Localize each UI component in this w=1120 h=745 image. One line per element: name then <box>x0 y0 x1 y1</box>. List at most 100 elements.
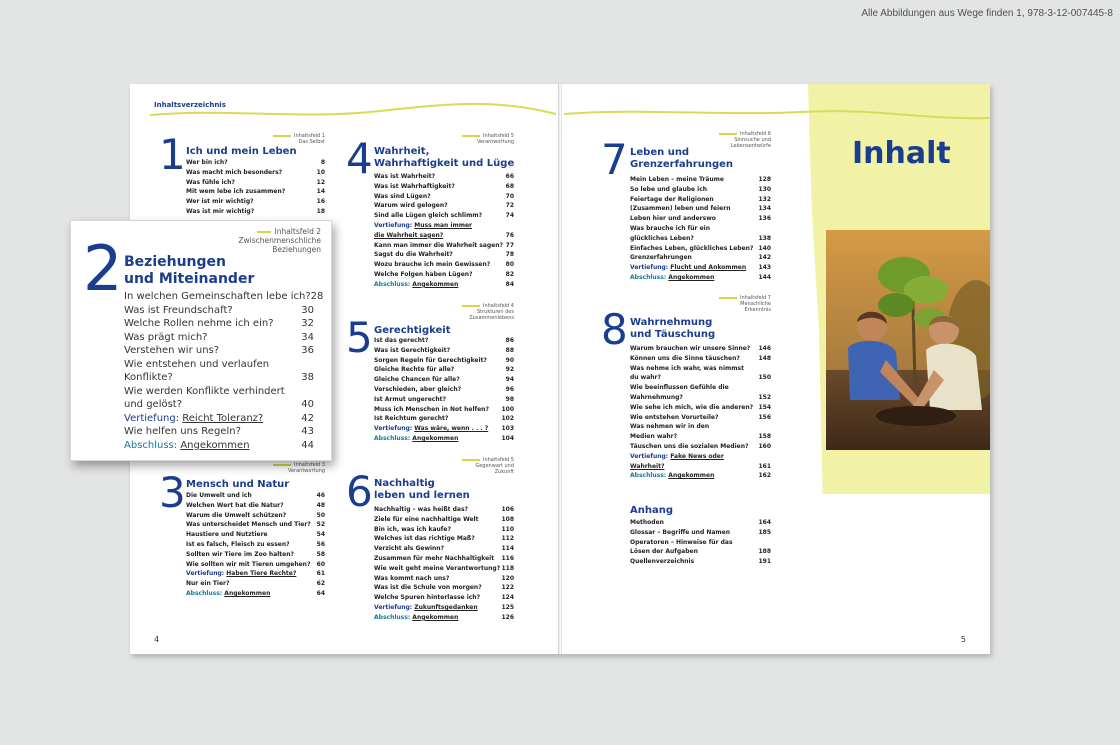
entry-title: Angekommen <box>180 439 250 451</box>
entry-text: Täuschen uns die sozialen Medien? <box>630 442 749 450</box>
entry-page-number: 64 <box>316 589 325 597</box>
entry-page-number: 68 <box>505 182 514 190</box>
entry-type-label: Abschluss: <box>374 613 413 621</box>
entry-title: Reicht Toleranz? <box>182 412 264 424</box>
entry-page-number: 90 <box>505 356 514 364</box>
entry-text: So lebe und glaube ich <box>630 185 708 193</box>
toc-entry: Mein Leben – meine Träume 128 <box>630 175 771 185</box>
section-number: 7 <box>601 135 628 184</box>
entry-text: Verzicht als Gewinn? <box>374 545 445 553</box>
section-6: 6 Nachhaltig leben und lernen Inhaltsfel… <box>346 457 514 629</box>
toc-entry: Was ist Gerechtigkeit? 88 <box>374 346 514 356</box>
entry-text: Was macht mich besonders? <box>186 168 283 176</box>
appendix-section: Anhang Methoden 164 Glossar – Begriffe und… <box>601 505 771 575</box>
entry-text: Mit wem lebe ich zusammen? <box>186 188 286 196</box>
entry-text: Bin ich, was ich kaufe? <box>374 525 451 533</box>
toc-entry: Die Umwelt und ich 46 <box>186 491 325 501</box>
deepening-entry: Vertiefung: Haben Tiere Rechte? 61 <box>186 569 325 579</box>
entry-text: Wie entstehen Vorurteile? <box>630 413 719 421</box>
section-entries: In welchen Gemeinschaften lebe ich? 28 Was… <box>124 290 323 453</box>
entry-page-number: 16 <box>316 198 325 206</box>
entry-text: Nur ein Tier? <box>186 580 230 588</box>
entry-page-number: 152 <box>758 393 771 401</box>
deepening-entry: Vertiefung: Fake News oder Wahrheit? 161 <box>630 452 771 472</box>
toc-entry: Wie sollten wir mit Tieren umgehen? 60 <box>186 560 325 570</box>
entry-page-number: 132 <box>758 195 771 203</box>
entry-text: Was unterscheidet Mensch und Tier? <box>186 521 311 529</box>
toc-entry: Was unterscheidet Mensch und Tier? 52 <box>186 520 325 530</box>
section-entries: Warum brauchen wir unsere Sinne? 146 Könne… <box>630 344 771 481</box>
toc-entry: Was ist Wahrheit? 66 <box>374 172 514 182</box>
entry-page-number: 10 <box>316 168 325 176</box>
toc-entry: Welchen Wert hat die Natur? 48 <box>186 501 325 511</box>
entry-text: Vertiefung: Reicht Toleranz? <box>124 412 290 426</box>
entry-page-number: 118 <box>501 564 514 572</box>
entry-page-number: 125 <box>501 603 514 611</box>
entry-text: Wer ist mir wichtig? <box>186 198 254 206</box>
section-title: Wahrheit, Wahrhaftigkeit und Lüge <box>374 146 515 169</box>
entry-page-number: 94 <box>505 376 514 384</box>
entry-page-number: 44 <box>301 439 314 451</box>
section-number: 4 <box>346 134 373 183</box>
entry-text: (Zusammen) leben und feiern <box>630 205 731 213</box>
entry-page-number: 164 <box>758 519 771 526</box>
toc-entry: Feiertage der Religionen 132 <box>630 195 771 205</box>
entry-page-number: 146 <box>758 345 771 352</box>
section-entries: Nachhaltig – was heißt das? 106 Ziele für … <box>374 505 514 623</box>
entry-title: Angekommen <box>412 613 459 621</box>
entry-text: Vertiefung: Zukunftsgedanken <box>374 603 498 613</box>
toc-entry: Ist das gerecht? 86 <box>374 336 514 346</box>
entry-text: Ist Reichtum gerecht? <box>374 415 449 423</box>
toc-entry: Einfaches Leben, glückliches Leben? 140 <box>630 244 771 254</box>
entry-page-number: 78 <box>505 251 514 259</box>
section-4: 4 Wahrheit, Wahrhaftigkeit und Lüge Inha… <box>346 131 514 296</box>
deepening-entry: Vertiefung: Was wäre, wenn . . . ? 103 <box>374 424 514 434</box>
toc-entry: Nur ein Tier? 62 <box>186 579 325 589</box>
toc-entry: Methoden 164 <box>630 518 771 528</box>
toc-entry: Quellenverzeichnis 191 <box>630 557 771 567</box>
toc-entry: Was nehme ich wahr, was nimmst du wahr? 1… <box>630 364 771 384</box>
entry-page-number: 43 <box>301 426 314 437</box>
entry-text: Was ist Wahrheit? <box>374 173 436 180</box>
entry-text: Sorgen Regeln für Gerechtigkeit? <box>374 356 487 364</box>
entry-text: Was ist Freundschaft? <box>124 304 233 316</box>
field-label: Inhaltsfeld 5 Verantwortung <box>461 133 514 145</box>
entry-type-label: Abschluss: <box>186 589 225 597</box>
conclusion-entry: Abschluss: Angekommen 162 <box>630 471 771 481</box>
deepening-entry: Vertiefung: Flucht und Ankommen 143 <box>630 263 771 273</box>
entry-text: Ziele für eine nachhaltige Welt <box>374 515 479 523</box>
entry-text: Welchen Wert hat die Natur? <box>186 501 284 509</box>
entry-page-number: 30 <box>301 304 314 316</box>
entry-text: Haustiere und Nutztiere <box>186 531 268 539</box>
entry-page-number: 34 <box>301 331 314 343</box>
entry-text: Abschluss: Angekommen <box>186 589 309 599</box>
conclusion-entry: Abschluss: Angekommen 104 <box>374 434 514 444</box>
section-number: 3 <box>159 468 186 517</box>
entry-title: Flucht und Ankommen <box>670 264 747 272</box>
entry-text: Abschluss: Angekommen <box>374 434 498 444</box>
section-entries: Was ist Wahrheit? 66 Was ist Wahrhaftigkei… <box>374 172 514 290</box>
entry-page-number: 66 <box>505 173 514 180</box>
entry-text: Wie werden Konflikte verhindert und gelö… <box>124 385 285 411</box>
section-entries: Die Umwelt und ich 46 Welchen Wert hat die… <box>186 491 325 599</box>
entry-page-number: 18 <box>316 207 325 215</box>
entry-text: Abschluss: Angekommen <box>374 613 498 623</box>
entry-title: Angekommen <box>668 472 715 480</box>
toc-entry: Wie entstehen und verlaufen Konflikte? 38 <box>124 358 314 385</box>
entry-page-number: 140 <box>758 244 771 252</box>
section-1: 1 Ich und mein Leben Inhaltsfeld 1 Das Se… <box>159 131 325 221</box>
toc-entry: Gleiche Chancen für alle? 94 <box>374 375 514 385</box>
entry-page-number: 116 <box>501 554 514 562</box>
toc-entry: Zusammen für mehr Nachhaltigkeit 116 <box>374 554 514 564</box>
entry-title: Angekommen <box>224 589 271 597</box>
entry-text: Verstehen wir uns? <box>124 345 220 356</box>
toc-entry: Ist Reichtum gerecht? 102 <box>374 414 514 424</box>
entry-text: Welche Spuren hinterlasse ich? <box>374 594 481 602</box>
entry-page-number: 103 <box>501 425 514 433</box>
section-title: Gerechtigkeit <box>374 325 451 336</box>
toc-entry: Warum wird gelogen? 72 <box>374 201 514 211</box>
entry-text: Abschluss: Angekommen <box>124 439 290 453</box>
toc-entry: Warum die Umwelt schützen? 50 <box>186 511 325 521</box>
toc-entry: Verstehen wir uns? 36 <box>124 344 314 358</box>
entry-page-number: 60 <box>316 560 325 568</box>
